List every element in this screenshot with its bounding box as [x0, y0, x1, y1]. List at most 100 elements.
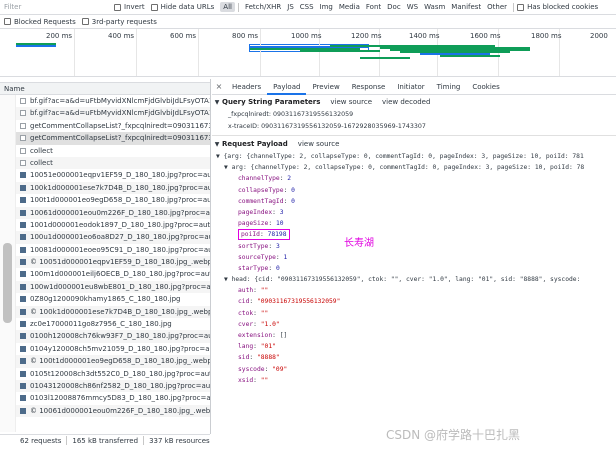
request-name: 0105t120008ch3dt552C0_D_180_180.jpg?proc…	[30, 369, 210, 378]
view-decoded-link[interactable]: view decoded	[382, 96, 430, 109]
request-row[interactable]: bf.gif?ac=a&d=uFtbMyvidXNlcmFjdGlvbiJdLF…	[0, 95, 210, 107]
type-filter-font[interactable]: Font	[363, 2, 384, 12]
request-row[interactable]: collect	[0, 156, 210, 170]
request-row[interactable]: 10081d000001eoeo95C91_D_180_180.jpg?proc…	[0, 244, 210, 256]
type-filter-doc[interactable]: Doc	[384, 2, 404, 12]
panel-splitter[interactable]	[210, 79, 211, 434]
payload-field: ctok: ""	[212, 308, 616, 319]
request-row[interactable]: 0104y120008ch5mv21059_D_180_180.jpg?proc…	[0, 343, 210, 355]
request-row[interactable]: getCommentCollapseList?_fxpcqlniredt=090…	[0, 120, 210, 132]
request-payload-section-header[interactable]: ▼ Request Payload view source	[212, 138, 616, 151]
request-name: getCommentCollapseList?_fxpcqlniredt=090…	[30, 134, 210, 143]
request-row[interactable]: © 100k1d000001ese7k7D4B_D_180_180.jpg_.w…	[0, 305, 210, 319]
request-row[interactable]: 0105t120008ch3dt552C0_D_180_180.jpg?proc…	[0, 368, 210, 380]
request-row[interactable]: zc0e17000011go8z7956_C_180_180.jpg	[0, 318, 210, 330]
payload-head-row[interactable]: ▼ head: {cid: "09031167319556132059", ct…	[212, 274, 616, 285]
request-row[interactable]: 100w1d000001eu8wbE801_D_180_180.jpg?proc…	[0, 280, 210, 294]
image-file-icon	[20, 370, 26, 377]
blocked-requests-label: Blocked Requests	[14, 17, 76, 26]
request-row[interactable]: © 100t1d000001eo9egD658_D_180_180.jpg_.w…	[0, 355, 210, 368]
type-filter-fetchxhr[interactable]: Fetch/XHR	[242, 2, 284, 12]
request-row[interactable]: 10051e000001eqpv1EF59_D_180_180.jpg?proc…	[0, 169, 210, 181]
view-source-link[interactable]: view source	[298, 138, 340, 151]
type-filter-js[interactable]: JS	[284, 2, 297, 12]
checkbox-box[interactable]	[150, 3, 158, 11]
type-filter-ws[interactable]: WS	[404, 2, 421, 12]
has-blocked-cookies-checkbox[interactable]: Has blocked cookies	[517, 3, 598, 11]
type-filter-all[interactable]: All	[220, 2, 235, 12]
timeline-tick-label: 400 ms	[108, 32, 135, 40]
request-list-scrollbar[interactable]	[0, 95, 16, 432]
hide-data-urls-checkbox[interactable]: Hide data URLs	[150, 3, 214, 11]
payload-arg-row[interactable]: ▼ arg: {channelType: 2, collapseType: 0,…	[212, 162, 616, 173]
request-row[interactable]: 01043120008ch86nf2582_D_180_180.jpg?proc…	[0, 379, 210, 393]
type-filter-other[interactable]: Other	[484, 2, 510, 12]
request-row[interactable]: 100u1d000001eo6oa8D27_D_180_180.jpg?proc…	[0, 231, 210, 244]
triangle-down-icon[interactable]: ▼	[224, 164, 232, 171]
request-row[interactable]: 0100h120008ch76kw93F7_D_180_180.jpg?proc…	[0, 330, 210, 343]
request-name: collect	[30, 158, 53, 167]
request-row[interactable]: 1001d000001eodok1897_D_180_180.jpg?proc=…	[0, 219, 210, 231]
request-row[interactable]: 100m1d000001eilj6OECB_D_180_180.jpg?proc…	[0, 268, 210, 280]
checkbox-box[interactable]	[114, 3, 121, 11]
timeline-tick-label: 1200 ms	[351, 32, 382, 40]
type-filter-img[interactable]: Img	[317, 2, 336, 12]
request-row[interactable]: 0103l12008876mmcy5D83_D_180_180.jpg?proc…	[0, 392, 210, 404]
triangle-down-icon[interactable]: ▼	[212, 138, 222, 151]
tab-payload[interactable]: Payload	[267, 78, 307, 95]
request-row[interactable]: bf.gif?ac=a&d=uFtbMyvidXNlcmFjdGlvbiJdLF…	[0, 107, 210, 120]
request-row[interactable]: 100t1d000001eo9egD658_D_180_180.jpg?proc…	[0, 194, 210, 206]
transferred-size: 165 kB transferred	[72, 436, 139, 445]
field-key: extension	[238, 332, 273, 339]
tab-headers[interactable]: Headers	[226, 79, 267, 95]
tab-preview[interactable]: Preview	[306, 79, 345, 95]
request-name: 100u1d000001eo6oa8D27_D_180_180.jpg?proc…	[30, 233, 210, 242]
name-column-header[interactable]: Name	[0, 82, 210, 95]
image-file-icon	[20, 308, 26, 315]
checkbox-box[interactable]	[81, 18, 89, 25]
request-row[interactable]: getCommentCollapseList?_fxpcqlniredt=090…	[0, 132, 210, 145]
type-filter-manifest[interactable]: Manifest	[448, 2, 484, 12]
request-row[interactable]: collect	[0, 145, 210, 157]
tab-initiator[interactable]: Initiator	[391, 79, 430, 95]
checkbox-box[interactable]	[4, 18, 11, 25]
type-filter-wasm[interactable]: Wasm	[421, 2, 448, 12]
type-filter-css[interactable]: CSS	[297, 2, 317, 12]
request-row[interactable]: 100k1d000001ese7k7D4B_D_180_180.jpg?proc…	[0, 181, 210, 195]
scrollbar-thumb[interactable]	[3, 243, 12, 323]
timeline-tick-label: 800 ms	[232, 32, 259, 40]
tab-response[interactable]: Response	[346, 79, 392, 95]
request-row[interactable]: © 10051d000001eqpv1EF59_D_180_180.jpg_.w…	[0, 256, 210, 269]
payload-root-row[interactable]: ▼ {arg: {channelType: 2, collapseType: 0…	[212, 151, 616, 162]
invert-checkbox[interactable]: Invert	[114, 3, 145, 11]
close-icon[interactable]: ×	[212, 82, 226, 91]
third-party-checkbox[interactable]: 3rd-party requests	[81, 18, 157, 26]
field-key: pageSize	[238, 220, 269, 228]
tab-cookies[interactable]: Cookies	[466, 79, 505, 95]
type-filter-media[interactable]: Media	[336, 2, 363, 12]
view-source-link[interactable]: view source	[330, 96, 372, 109]
checkbox-box[interactable]	[517, 3, 525, 11]
tab-timing[interactable]: Timing	[431, 79, 467, 95]
image-file-icon	[20, 246, 26, 253]
request-count: 62 requests	[20, 436, 62, 445]
timeline-tick-label: 1000 ms	[291, 32, 322, 40]
request-name: 0103l12008876mmcy5D83_D_180_180.jpg?proc…	[30, 394, 210, 403]
request-row[interactable]: 10061d000001eou0m226F_D_180_180.jpg?proc…	[0, 206, 210, 219]
timeline-overview[interactable]: 200 ms 400 ms 600 ms 800 ms 1000 ms 1200 ms 14…	[0, 29, 616, 77]
request-row[interactable]: © 10061d000001eou0m226F_D_180_180.jpg_.w…	[0, 404, 210, 418]
field-colon: :	[272, 208, 280, 216]
image-file-icon	[20, 296, 26, 303]
field-key: ctok	[238, 309, 254, 317]
query-string-section-header[interactable]: ▼ Query String Parameters view source vi…	[212, 96, 616, 109]
image-file-icon	[20, 395, 26, 402]
field-value: 0	[291, 197, 295, 205]
arg-summary: arg: {channelType: 2, collapseType: 0, c…	[231, 164, 585, 172]
filter-input[interactable]: Filter	[4, 2, 114, 13]
triangle-down-icon[interactable]: ▼	[224, 276, 232, 283]
triangle-down-icon[interactable]: ▼	[216, 153, 224, 160]
blocked-requests-checkbox[interactable]: Blocked Requests	[4, 18, 76, 26]
triangle-down-icon[interactable]: ▼	[212, 96, 222, 109]
timeline-bar	[360, 57, 410, 59]
request-row[interactable]: 0Z80g1200090khamy1865_C_180_180.jpg	[0, 293, 210, 305]
